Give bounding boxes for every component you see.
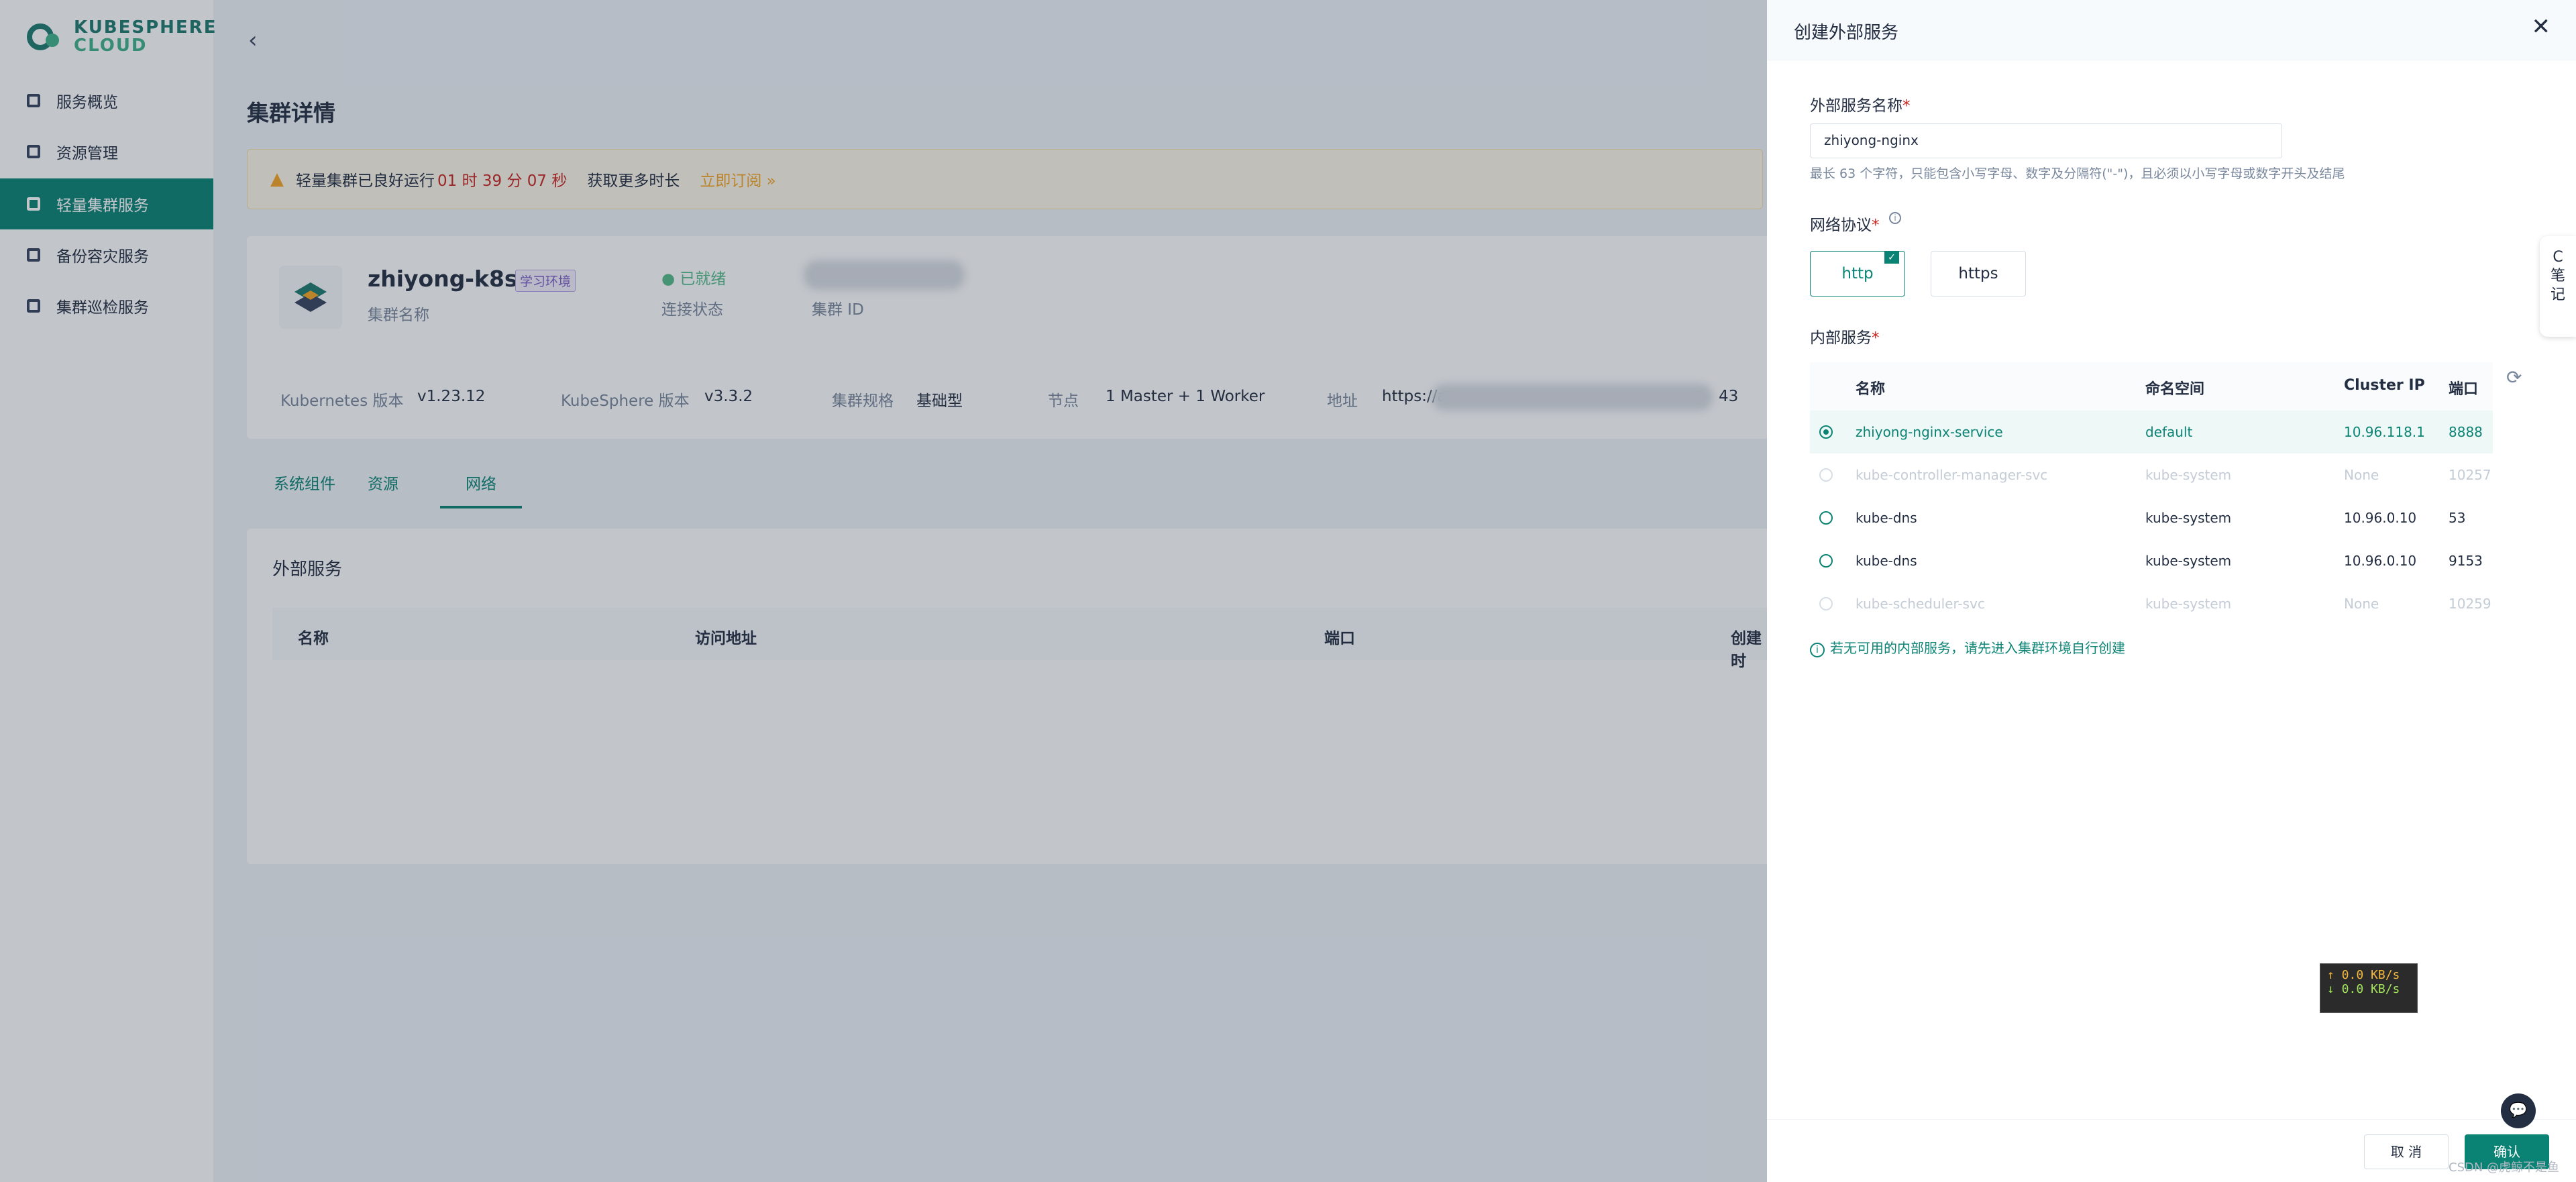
radio-button (1819, 468, 1833, 482)
col-name: 名称 (1856, 381, 1886, 398)
row-name: zhiyong-nginx-service (1856, 424, 2003, 440)
chat-icon[interactable]: 💬 (2501, 1093, 2536, 1128)
internal-service-label: 内部服务 (1810, 329, 1872, 347)
protocol-label: 网络协议 (1810, 217, 1872, 234)
protocol-http[interactable]: http ✓ (1810, 251, 1905, 297)
table-row: kube-scheduler-svc kube-system None 10259 (1810, 582, 2493, 625)
row-port: 8888 (2449, 424, 2483, 440)
network-speed-widget: ↑ 0.0 KB/s ↓ 0.0 KB/s (2320, 963, 2418, 1013)
upload-speed: ↑ 0.0 KB/s (2327, 968, 2400, 982)
service-name-input[interactable]: zhiyong-nginx (1810, 123, 2282, 158)
row-namespace: default (2145, 424, 2193, 440)
name-label: 外部服务名称 (1810, 97, 1902, 115)
row-name: kube-dns (1856, 510, 1917, 526)
download-speed: ↓ 0.0 KB/s (2327, 982, 2400, 996)
protocol-https-label: https (1958, 265, 1998, 282)
note-sidebar-widget[interactable]: C 笔 记 (2540, 236, 2576, 337)
row-port: 10257 (2449, 467, 2491, 483)
info-icon[interactable]: i (1889, 212, 1901, 224)
row-name: kube-dns (1856, 553, 1917, 569)
create-external-service-drawer: 创建外部服务 ✕ 外部服务名称* zhiyong-nginx 最长 63 个字符… (1767, 0, 2576, 1182)
table-row[interactable]: zhiyong-nginx-service default 10.96.118.1 8… (1810, 411, 2493, 453)
row-ip: None (2344, 467, 2379, 483)
note-text-1: 笔 (2550, 268, 2565, 284)
row-namespace: kube-system (2145, 467, 2232, 483)
protocol-http-label: http (1841, 265, 1874, 282)
close-icon[interactable]: ✕ (2532, 13, 2551, 40)
row-ip: 10.96.118.1 (2344, 424, 2425, 440)
table-row: kube-controller-manager-svc kube-system No… (1810, 453, 2493, 496)
refresh-icon[interactable]: ⟳ (2506, 366, 2522, 388)
row-name: kube-scheduler-svc (1856, 596, 1985, 612)
info-circle-icon: i (1810, 643, 1825, 657)
info-note: i 若无可用的内部服务，请先进入集群环境自行创建 (1810, 637, 2125, 657)
row-name: kube-controller-manager-svc (1856, 467, 2048, 483)
drawer-title: 创建外部服务 (1794, 23, 1899, 43)
check-icon: ✓ (1884, 252, 1899, 264)
col-namespace: 命名空间 (2145, 381, 2205, 398)
row-ip: 10.96.0.10 (2344, 553, 2417, 569)
watermark: CSDN @虎鲸不是鱼 (2449, 1161, 2560, 1175)
info-note-text: 若无可用的内部服务，请先进入集群环境自行创建 (1830, 640, 2125, 656)
internal-service-table: 名称 命名空间 Cluster IP 端口 zhiyong-nginx-serv… (1810, 362, 2493, 625)
row-port: 10259 (2449, 596, 2491, 612)
table-header: 名称 命名空间 Cluster IP 端口 (1810, 362, 2493, 411)
row-ip: 10.96.0.10 (2344, 510, 2417, 526)
row-port: 53 (2449, 510, 2466, 526)
row-namespace: kube-system (2145, 553, 2232, 569)
row-namespace: kube-system (2145, 510, 2232, 526)
radio-button[interactable] (1819, 554, 1833, 568)
radio-button[interactable] (1819, 425, 1833, 439)
col-cluster-ip: Cluster IP (2344, 377, 2425, 394)
protocol-https[interactable]: https (1931, 251, 2026, 297)
table-row[interactable]: kube-dns kube-system 10.96.0.10 9153 (1810, 539, 2493, 582)
table-row[interactable]: kube-dns kube-system 10.96.0.10 53 (1810, 496, 2493, 539)
modal-overlay[interactable] (0, 0, 1767, 1182)
note-icon: C (2553, 249, 2563, 266)
row-ip: None (2344, 596, 2379, 612)
row-port: 9153 (2449, 553, 2483, 569)
radio-button (1819, 597, 1833, 610)
radio-button[interactable] (1819, 511, 1833, 525)
cancel-button[interactable]: 取 消 (2364, 1134, 2449, 1169)
note-text-2: 记 (2550, 286, 2565, 303)
name-hint: 最长 63 个字符，只能包含小写字母、数字及分隔符("-")，且必须以小写字母或… (1810, 166, 2345, 181)
row-namespace: kube-system (2145, 596, 2232, 612)
col-port: 端口 (2449, 381, 2479, 398)
